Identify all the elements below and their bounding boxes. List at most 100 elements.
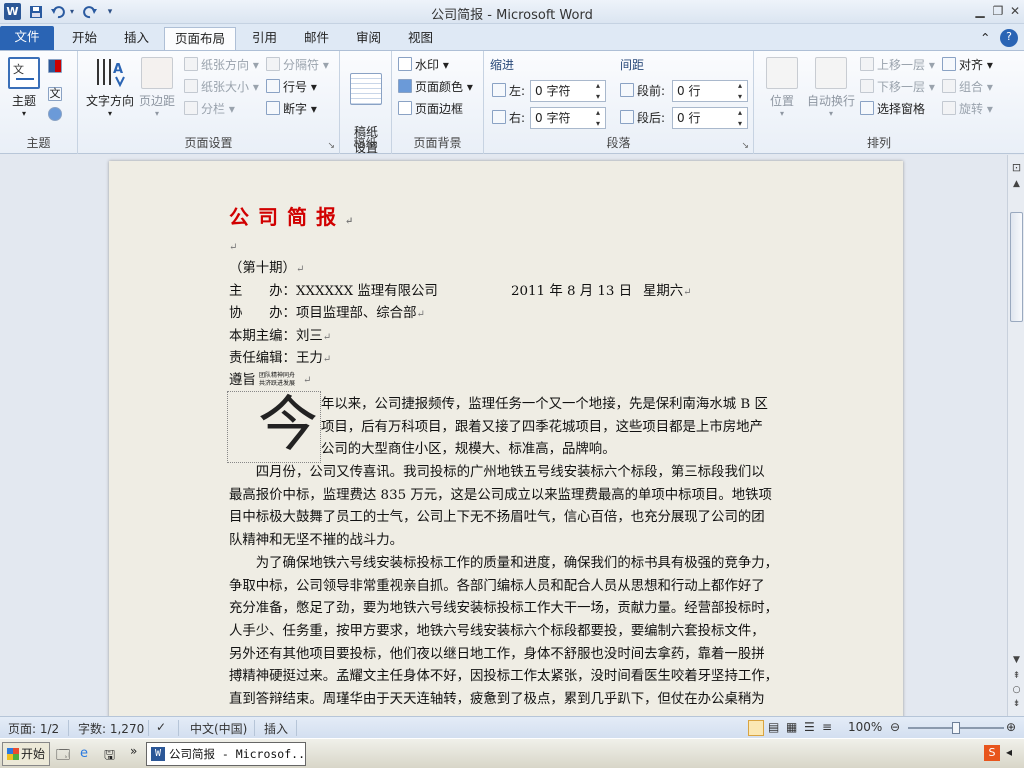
body-line-6: 目中标极大鼓舞了员工的士气，公司上下无不扬眉吐气，信心百倍，也充分展现了公司的团 — [229, 510, 765, 525]
zoom-slider-knob[interactable] — [952, 722, 960, 734]
spacing-after-label: 段后: — [620, 108, 665, 128]
collapse-ribbon-icon[interactable]: ⌃ — [980, 27, 990, 50]
bring-forward-button[interactable]: 上移一层 ▾ — [860, 55, 935, 75]
zoom-slider[interactable] — [908, 722, 1004, 734]
breaks-button[interactable]: 分隔符 ▾ — [266, 55, 329, 75]
spacing-after-input[interactable]: 0 行 — [672, 107, 748, 129]
scroll-up-icon[interactable]: ▲ — [1008, 179, 1024, 189]
themes-icon: 文 — [8, 57, 40, 89]
document-area[interactable]: 公司简报↵ ↵ （第十期）↵ 主 办：XXXXXX 监理有限公司 2011 年 … — [0, 155, 1007, 716]
margins-icon — [141, 57, 173, 89]
previous-page-icon[interactable]: ⇞ — [1008, 671, 1024, 681]
tab-mailings[interactable]: 邮件 — [294, 27, 339, 50]
wrap-text-button[interactable]: 自动换行 ▾ — [806, 57, 856, 118]
language-indicator[interactable]: 中文(中国) — [190, 720, 247, 737]
page-color-button[interactable]: 页面颜色 ▾ — [398, 77, 473, 97]
vertical-scrollbar[interactable]: ⊡ ▲ ▼ ⇞ ○ ⇟ — [1007, 155, 1024, 716]
group-draft-label: 稿纸 — [353, 136, 378, 150]
minimize-icon[interactable]: ▁ — [970, 2, 990, 20]
group-draft: 稿纸 设置 稿纸 — [340, 51, 392, 155]
columns-button[interactable]: 分栏 ▾ — [184, 99, 235, 119]
spacing-before-icon — [620, 83, 634, 97]
wrap-text-icon — [815, 57, 847, 89]
draft-paper-icon — [350, 73, 382, 105]
proofing-icon[interactable]: ✓ — [156, 720, 166, 734]
desktop-icon[interactable]: 🗔 — [56, 746, 70, 768]
drop-cap-frame[interactable]: 今 — [227, 390, 321, 463]
insert-mode[interactable]: 插入 — [264, 720, 288, 737]
tab-file[interactable]: 文件 — [0, 26, 54, 50]
quicklaunch-icon[interactable]: 🖫 — [104, 746, 115, 768]
margins-label: 页边距 — [138, 94, 175, 108]
group-page-background-label: 页面背景 — [413, 136, 462, 150]
next-page-icon[interactable]: ⇟ — [1008, 699, 1024, 709]
indent-right-input[interactable]: 0 字符 — [530, 107, 606, 129]
start-button[interactable]: 开始 — [2, 742, 50, 766]
title-bar: W ▾ ▾ 公司简报 - Microsoft Word ▁ ❐ ✕ — [0, 0, 1024, 24]
text-direction-label: 文字方向 — [85, 94, 134, 108]
draft-view-icon[interactable]: ≡ — [822, 720, 832, 734]
size-button[interactable]: 纸张大小 ▾ — [184, 77, 259, 97]
group-themes-label: 主题 — [26, 136, 51, 150]
ie-icon[interactable]: e — [80, 746, 88, 761]
zoom-level[interactable]: 100% — [848, 720, 882, 734]
scroll-thumb[interactable] — [1010, 212, 1023, 322]
web-layout-view-icon[interactable]: ▦ — [786, 720, 797, 734]
zoom-out-icon[interactable]: ⊖ — [890, 720, 900, 734]
indent-left-input[interactable]: 0 字符 — [530, 80, 606, 102]
word-count[interactable]: 字数: 1,270 — [78, 720, 144, 737]
hyphenation-button[interactable]: 断字 ▾ — [266, 99, 317, 119]
taskbar-word-item[interactable]: W 公司简报 - Microsof... — [146, 742, 306, 766]
full-screen-reading-view-icon[interactable]: ▤ — [768, 720, 779, 734]
watermark-button[interactable]: 水印 ▾ — [398, 55, 449, 75]
spacing-before-input[interactable]: 0 行 — [672, 80, 748, 102]
tab-view[interactable]: 视图 — [398, 27, 443, 50]
indent-left-icon — [492, 83, 506, 97]
tray-app-icon[interactable]: S — [984, 745, 1000, 761]
print-layout-view-icon[interactable] — [748, 720, 764, 736]
page-borders-button[interactable]: 页面边框 — [398, 99, 463, 119]
spacing-before-label: 段前: — [620, 81, 665, 101]
tab-home[interactable]: 开始 — [62, 27, 107, 50]
status-bar: 页面: 1/2 字数: 1,270 ✓ 中文(中国) 插入 ▤ ▦ ☰ ≡ 10… — [0, 716, 1024, 738]
send-backward-button[interactable]: 下移一层 ▾ — [860, 77, 935, 97]
tray-expand-icon[interactable]: ◂ — [1006, 745, 1012, 759]
tab-review[interactable]: 审阅 — [346, 27, 391, 50]
theme-colors-icon[interactable] — [48, 57, 65, 77]
more-quicklaunch-icon[interactable]: » — [130, 744, 137, 758]
page-count[interactable]: 页面: 1/2 — [8, 720, 59, 737]
paragraph-launcher-icon[interactable]: ↘ — [741, 140, 749, 152]
group-objects-button[interactable]: 组合 ▾ — [942, 77, 993, 97]
rotate-button[interactable]: 旋转 ▾ — [942, 99, 993, 119]
position-button[interactable]: 位置 ▾ — [762, 57, 802, 118]
themes-label: 主题 — [11, 94, 36, 108]
line-numbers-button[interactable]: 行号 ▾ — [266, 77, 317, 97]
outline-view-icon[interactable]: ☰ — [804, 720, 815, 734]
text-direction-dropdown-icon: ▾ — [107, 109, 112, 118]
zoom-in-icon[interactable]: ⊕ — [1006, 720, 1016, 734]
document-page[interactable]: 公司简报↵ ↵ （第十期）↵ 主 办：XXXXXX 监理有限公司 2011 年 … — [109, 161, 903, 716]
close-icon[interactable]: ✕ — [1005, 2, 1024, 20]
themes-button[interactable]: 文 主题 ▾ — [6, 57, 42, 118]
orientation-button[interactable]: 纸张方向 ▾ — [184, 55, 259, 75]
tab-insert[interactable]: 插入 — [114, 27, 159, 50]
margins-dropdown-icon: ▾ — [154, 109, 159, 118]
margins-button[interactable]: 页边距 ▾ — [136, 57, 178, 118]
text-direction-button[interactable]: A 文字方向 ▾ — [84, 57, 136, 118]
body-line-8: 为了确保地铁六号线安装标投标工作的质量和进度，确保我们的标书具有极强的竞争力， — [229, 556, 779, 571]
selection-pane-button[interactable]: 选择窗格 — [860, 99, 925, 119]
ruler-toggle-icon[interactable]: ⊡ — [1008, 161, 1024, 174]
taskbar: 开始 🗔 e 🖫 » W 公司简报 - Microsof... S ◂ — [0, 738, 1024, 768]
help-icon[interactable]: ? — [1000, 29, 1018, 47]
tab-references[interactable]: 引用 — [242, 27, 287, 50]
text-direction-icon: A — [94, 57, 126, 89]
theme-fonts-icon[interactable]: 文 — [48, 81, 65, 101]
svg-text:文: 文 — [13, 62, 24, 76]
tab-page-layout[interactable]: 页面布局 — [164, 27, 237, 50]
scroll-down-icon[interactable]: ▼ — [1008, 655, 1024, 665]
align-button[interactable]: 对齐 ▾ — [942, 55, 993, 75]
page-setup-launcher-icon[interactable]: ↘ — [327, 140, 335, 152]
weekday-text: 星期六 — [643, 284, 684, 299]
select-browse-object-icon[interactable]: ○ — [1008, 685, 1024, 695]
theme-effects-icon[interactable] — [48, 105, 65, 125]
